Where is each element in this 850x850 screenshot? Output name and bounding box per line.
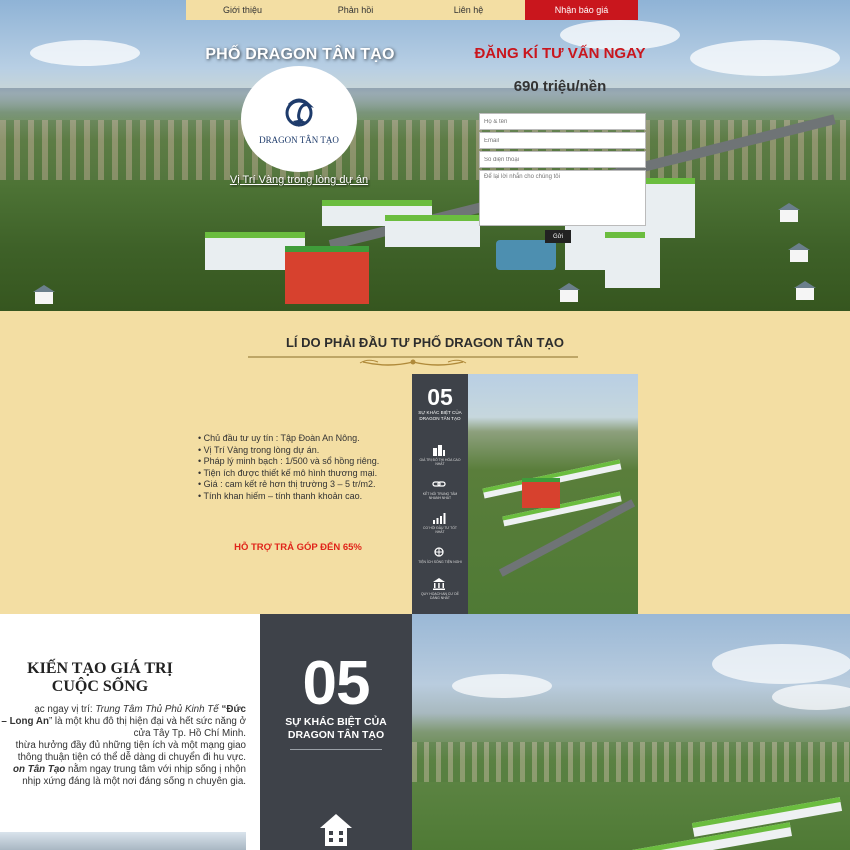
- desc-text: on Tân Tạo: [13, 764, 66, 775]
- lifestyle-title-line2: CUỘC SỐNG: [51, 678, 149, 695]
- lifestyle-title: KIẾN TẠO GIÁ TRỊ CUỘC SỐNG: [0, 660, 200, 696]
- dragon-icon: [285, 98, 314, 127]
- desc-text: ” là một khu đô thị hiện đại và hết sức …: [48, 716, 246, 739]
- desc-text: – Long An: [1, 716, 49, 727]
- price-label: 690 triệu/nền: [513, 78, 607, 95]
- register-form: Gửi: [479, 113, 646, 243]
- desc-text: ạc ngay vị trí:: [34, 704, 96, 715]
- nav-feedback[interactable]: Phản hồi: [299, 0, 412, 20]
- promo-caption: SỰ KHÁC BIỆT CỦA DRAGON TÂN TẠO: [418, 410, 462, 421]
- difference-number: 05: [302, 649, 371, 718]
- desc-paragraph: thừa hưởng đầy đủ những tiện ích và một …: [15, 740, 246, 763]
- city-icon: [433, 445, 445, 456]
- message-field[interactable]: [479, 170, 646, 226]
- benefits-list: • Chủ đầu tư uy tín : Tập Đoàn An Nông. …: [198, 433, 398, 502]
- difference-subtitle-line2: DRAGON TÂN TẠO: [287, 729, 385, 741]
- nav-intro[interactable]: Giới thiệu: [186, 0, 299, 20]
- difference-subtitle-line1: SỰ KHÁC BIỆT CỦA: [285, 716, 387, 728]
- register-title: ĐĂNG KÍ TƯ VẤN NGAY: [474, 45, 646, 62]
- lifestyle-section: KIẾN TẠO GIÁ TRỊ CUỘC SỐNG ạc ngay vị tr…: [0, 614, 850, 850]
- divider: [290, 749, 382, 750]
- desc-text: “Đức: [218, 704, 246, 715]
- hero-title: PHỐ DRAGON TÂN TẠO: [205, 46, 395, 63]
- growth-chart-icon: [433, 513, 446, 524]
- aerial-photo: [412, 614, 850, 850]
- promo-point: GIÁ TRỊ ĐÔ THỊ HÓA CAO NHẤT: [419, 458, 461, 466]
- submit-button[interactable]: Gửi: [545, 230, 571, 243]
- promo-point: CƠ HỘI ĐẦU TƯ TỐT NHẤT: [423, 526, 457, 534]
- promo-point: KẾT NỐI TRUNG TÂM NHANH NHẤT: [422, 492, 458, 500]
- golden-location-link[interactable]: Vị Trí Vàng trong lòng dự án: [200, 174, 398, 186]
- reasons-title: LÍ DO PHẢI ĐẦU TƯ PHỐ DRAGON TÂN TẠO: [285, 335, 564, 350]
- dragon-logo: DRAGON TÂN TẠO: [241, 66, 357, 172]
- difference-panel: 05 SỰ KHÁC BIỆT CỦA DRAGON TÂN TẠO: [260, 614, 412, 850]
- nav-contact[interactable]: Liên hệ: [412, 0, 525, 20]
- hero-banner: [0, 0, 850, 311]
- benefit-item: • Pháp lý minh bạch : 1/500 và sổ hồng r…: [198, 456, 380, 466]
- house-icon: [320, 814, 352, 846]
- reasons-section: LÍ DO PHẢI ĐẦU TƯ PHỐ DRAGON TÂN TẠO • C…: [0, 311, 850, 614]
- lifestyle-image: [0, 832, 246, 850]
- desc-text: Trung Tâm Thủ Phủ Kinh Tế: [95, 704, 219, 715]
- installment-support: HỖ TRỢ TRẢ GÓP ĐẾN 65%: [234, 542, 362, 553]
- benefit-item: • Tiện ích được thiết kế mô hình thương …: [198, 467, 378, 478]
- promo-number: 05: [427, 384, 453, 410]
- benefit-item: • Vị Trí Vàng trong lòng dự án.: [198, 444, 320, 455]
- promo-image: 05 SỰ KHÁC BIỆT CỦA DRAGON TÂN TẠO GIÁ T…: [412, 374, 638, 614]
- amenities-icon: [434, 547, 444, 557]
- difference-subtitle: SỰ KHÁC BIỆT CỦA DRAGON TÂN TẠO: [260, 716, 412, 742]
- lifestyle-title-line1: KIẾN TẠO GIÁ TRỊ: [27, 660, 173, 677]
- phone-field[interactable]: [479, 151, 646, 168]
- logo-text: DRAGON TÂN TẠO: [259, 135, 339, 145]
- name-field[interactable]: [479, 113, 646, 130]
- ornament-divider-icon: [248, 356, 578, 366]
- lifestyle-description: ạc ngay vị trí: Trung Tâm Thủ Phủ Kinh T…: [0, 704, 246, 788]
- bank-icon: [433, 578, 445, 590]
- promo-point: QUY HOẠCH AN CƯ DỄ DÀNG NHẤT: [421, 592, 459, 600]
- email-field[interactable]: [479, 132, 646, 149]
- nav-get-quote[interactable]: Nhận báo giá: [525, 0, 638, 20]
- promo-point: TIỆN ÍCH SỐNG TIỆN NGHI: [418, 560, 462, 564]
- link-icon: [432, 481, 446, 487]
- benefit-item: • Tính khan hiếm – tính thanh khoản cao.: [198, 490, 363, 501]
- benefit-item: • Chủ đầu tư uy tín : Tập Đoàn An Nông.: [198, 433, 360, 443]
- top-nav: Giới thiệu Phản hồi Liên hệ Nhận báo giá: [186, 0, 638, 20]
- benefit-item: • Giá : cam kết rẻ hơn thị trường 3 – 5 …: [198, 479, 376, 489]
